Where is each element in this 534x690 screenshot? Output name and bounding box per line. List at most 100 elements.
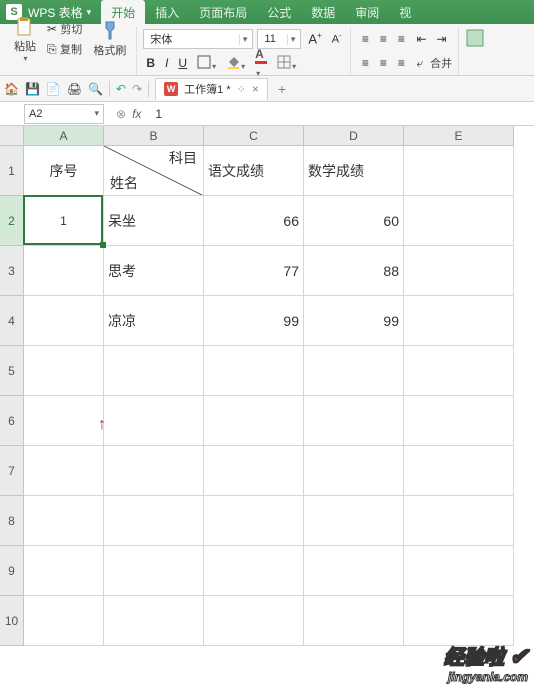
format-painter-button[interactable]: 格式刷 — [89, 18, 130, 60]
cell-D7[interactable] — [304, 446, 404, 496]
cell-A5[interactable] — [24, 346, 104, 396]
close-tab-icon[interactable]: × — [252, 82, 259, 96]
cell-style-button[interactable]: ▾ — [274, 54, 299, 73]
cell-C6[interactable] — [204, 396, 304, 446]
cell-E4[interactable] — [404, 296, 514, 346]
cell-chinese-header[interactable]: 语文成绩 — [204, 146, 304, 196]
row-header-3[interactable]: 3 — [0, 246, 24, 296]
cell-A8[interactable] — [24, 496, 104, 546]
merge-label[interactable]: 合并 — [430, 55, 452, 71]
cell-A6[interactable] — [24, 396, 104, 446]
formula-input[interactable]: 1 — [151, 107, 534, 121]
align-right[interactable]: ≡ — [393, 56, 409, 70]
cell-E6[interactable] — [404, 396, 514, 446]
cell-D9[interactable] — [304, 546, 404, 596]
cell-D10[interactable] — [304, 596, 404, 646]
bold-button[interactable]: B — [143, 55, 158, 71]
qat-undo-icon[interactable]: ↶ — [116, 82, 126, 96]
qat-redo-icon[interactable]: ↷ — [132, 82, 142, 96]
cell-B10[interactable] — [104, 596, 204, 646]
copy-button[interactable]: ⎘ 复制 — [44, 40, 85, 58]
col-header-B[interactable]: B — [104, 126, 204, 146]
qat-save-icon[interactable]: 💾 — [25, 82, 40, 96]
align-center[interactable]: ≡ — [375, 56, 391, 70]
cell-D8[interactable] — [304, 496, 404, 546]
qat-print-icon[interactable]: 🖨 — [67, 82, 82, 96]
shrink-font-button[interactable]: A- — [329, 32, 345, 47]
cell-C9[interactable] — [204, 546, 304, 596]
wrap-button[interactable]: ⤶ — [413, 55, 426, 72]
row-header-9[interactable]: 9 — [0, 546, 24, 596]
grow-font-button[interactable]: A+ — [305, 30, 324, 47]
underline-button[interactable]: U — [175, 55, 190, 71]
app-menu-arrow-icon[interactable]: ▾ — [87, 7, 92, 18]
tab-review[interactable]: 审阅 — [345, 0, 389, 24]
row-header-5[interactable]: 5 — [0, 346, 24, 396]
cell-E9[interactable] — [404, 546, 514, 596]
cell-B5[interactable] — [104, 346, 204, 396]
cell-C5[interactable] — [204, 346, 304, 396]
align-top-center[interactable]: ≡ — [375, 32, 391, 46]
cell-E3[interactable] — [404, 246, 514, 296]
cell-seq-header[interactable]: 序号 — [24, 146, 104, 196]
cell-E1[interactable] — [404, 146, 514, 196]
tab-insert[interactable]: 插入 — [145, 0, 189, 24]
col-header-E[interactable]: E — [404, 126, 514, 146]
cell-E5[interactable] — [404, 346, 514, 396]
cell-C7[interactable] — [204, 446, 304, 496]
cell-name-1[interactable]: 呆坐 — [104, 196, 204, 246]
cell-B8[interactable] — [104, 496, 204, 546]
table-style-icon[interactable] — [465, 28, 485, 50]
border-button[interactable]: ▾ — [194, 54, 219, 73]
cell-B7[interactable] — [104, 446, 204, 496]
row-header-10[interactable]: 10 — [0, 596, 24, 646]
cell-A4[interactable] — [24, 296, 104, 346]
fx-cancel-icon[interactable]: ⊗ — [116, 107, 126, 121]
cell-E8[interactable] — [404, 496, 514, 546]
name-box[interactable]: A2 ▾ — [24, 104, 104, 124]
cell-E2[interactable] — [404, 196, 514, 246]
cell-math-2[interactable]: 88 — [304, 246, 404, 296]
fill-color-button[interactable]: ▾ — [223, 54, 248, 73]
cell-chinese-2[interactable]: 77 — [204, 246, 304, 296]
tab-formula[interactable]: 公式 — [257, 0, 301, 24]
cell-name-3[interactable]: 凉凉 — [104, 296, 204, 346]
cell-E7[interactable] — [404, 446, 514, 496]
cell-name-subject-header[interactable]: 科目姓名 — [104, 146, 204, 196]
align-left[interactable]: ≡ — [357, 56, 373, 70]
cell-math-3[interactable]: 99 — [304, 296, 404, 346]
cell-C10[interactable] — [204, 596, 304, 646]
row-header-6[interactable]: 6 — [0, 396, 24, 446]
row-header-2[interactable]: 2 — [0, 196, 24, 246]
cell-A10[interactable] — [24, 596, 104, 646]
name-box-arrow-icon[interactable]: ▾ — [94, 108, 99, 119]
tab-view[interactable]: 视 — [389, 0, 421, 24]
cell-D6[interactable] — [304, 396, 404, 446]
cell-chinese-3[interactable]: 99 — [204, 296, 304, 346]
cell-B9[interactable] — [104, 546, 204, 596]
cell-A7[interactable] — [24, 446, 104, 496]
fx-icon[interactable]: fx — [132, 107, 141, 121]
qat-preview-icon[interactable]: 🔍 — [88, 82, 103, 96]
font-color-button[interactable]: A▾ — [252, 46, 270, 80]
cell-name-2[interactable]: 思考 — [104, 246, 204, 296]
qat-home-icon[interactable]: 🏠 — [4, 82, 19, 96]
doc-pin-icon[interactable]: ⁘ — [237, 83, 246, 96]
select-all-corner[interactable] — [0, 126, 24, 146]
row-header-4[interactable]: 4 — [0, 296, 24, 346]
italic-button[interactable]: I — [162, 55, 171, 71]
col-header-A[interactable]: A — [24, 126, 104, 146]
col-header-C[interactable]: C — [204, 126, 304, 146]
paste-button[interactable]: 粘贴▾ — [10, 14, 40, 65]
cell-math-1[interactable]: 60 — [304, 196, 404, 246]
row-header-1[interactable]: 1 — [0, 146, 24, 196]
font-name-combo[interactable]: 宋体▾ — [143, 29, 253, 49]
indent-inc-button[interactable]: ⇥ — [434, 31, 450, 47]
cell-E10[interactable] — [404, 596, 514, 646]
align-top-right[interactable]: ≡ — [393, 32, 409, 46]
cell-C8[interactable] — [204, 496, 304, 546]
qat-saveas-icon[interactable]: 📄 — [46, 82, 61, 96]
align-top-left[interactable]: ≡ — [357, 32, 373, 46]
cell-A9[interactable] — [24, 546, 104, 596]
cut-button[interactable]: ✂ 剪切 — [44, 20, 85, 38]
